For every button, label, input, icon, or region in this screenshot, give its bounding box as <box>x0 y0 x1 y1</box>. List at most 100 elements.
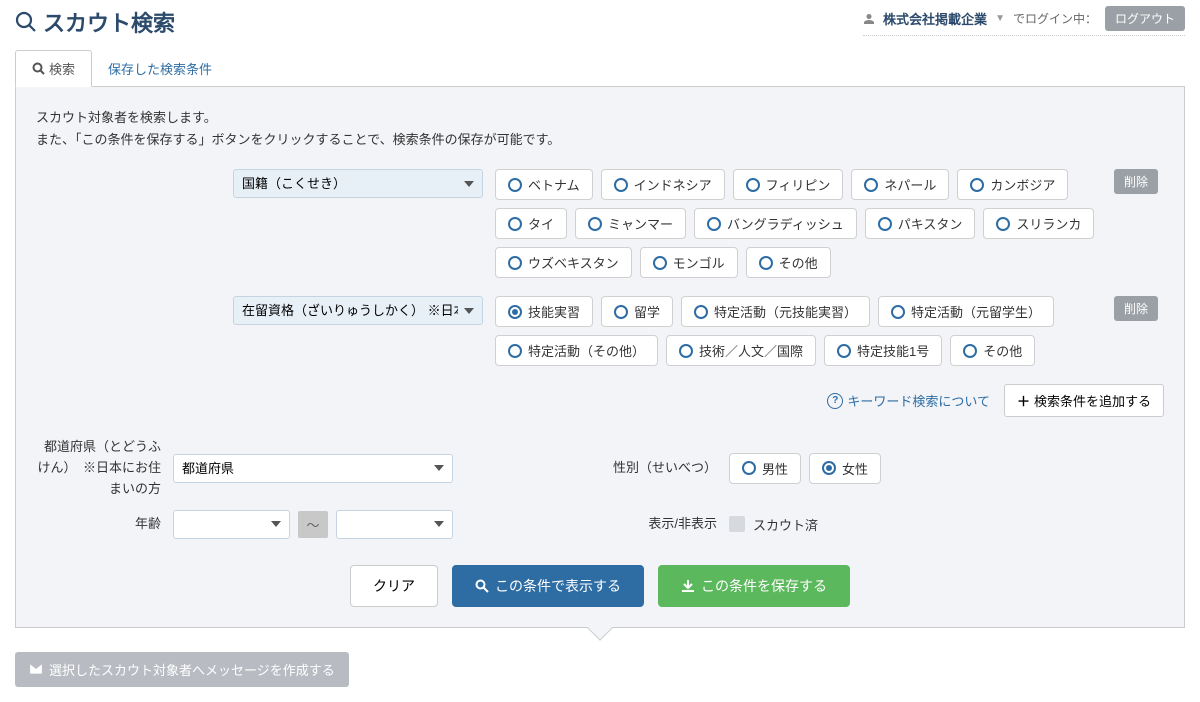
filter-option[interactable]: フィリピン <box>733 169 844 200</box>
filter-option[interactable]: 留学 <box>601 296 673 327</box>
age-to-select[interactable] <box>336 510 453 539</box>
radio-icon <box>742 461 756 475</box>
filter-row-status: 在留資格（ざいりゅうしかく） ※日本にお 技能実習 留学 特定活動（元技能実習） 特定… <box>36 296 1164 366</box>
filter-option[interactable]: ベトナム <box>495 169 593 200</box>
filter-option[interactable]: タイ <box>495 208 567 239</box>
filter-option-label: カンボジア <box>990 175 1055 194</box>
filter-option-label: フィリピン <box>766 175 831 194</box>
radio-icon <box>653 256 667 270</box>
filter-option[interactable]: カンボジア <box>957 169 1068 200</box>
filter-option-label: ネパール <box>884 175 936 194</box>
user-area: 株式会社掲載企業 ▼ でログイン中： ログアウト <box>863 6 1185 36</box>
filter-option[interactable]: 特定活動（その他） <box>495 335 658 366</box>
delete-filter-button[interactable]: 削除 <box>1114 296 1158 321</box>
radio-icon <box>837 344 851 358</box>
radio-icon <box>963 344 977 358</box>
filter-option-label: 特定活動（元技能実習） <box>714 302 857 321</box>
gender-female-option[interactable]: 女性 <box>809 453 881 484</box>
add-button-label: 検索条件を追加する <box>1034 391 1151 410</box>
keyword-help-link[interactable]: キーワード検索について <box>827 391 990 410</box>
search-button-label: この条件で表示する <box>495 576 621 596</box>
form-grid: 都道府県（とどうふけん） ※日本にお住まいの方 都道府県 性別（せいべつ） 男性… <box>36 437 1164 538</box>
filter-option-label: インドネシア <box>634 175 712 194</box>
scout-done-label: スカウト済 <box>753 515 818 534</box>
filter-option-label: 技術／人文／国際 <box>699 341 803 360</box>
add-condition-button[interactable]: ＋ 検索条件を追加する <box>1004 384 1164 417</box>
radio-icon <box>970 178 984 192</box>
gender-male-option[interactable]: 男性 <box>729 453 801 484</box>
radio-icon <box>864 178 878 192</box>
status-select[interactable]: 在留資格（ざいりゅうしかく） ※日本にお <box>233 296 483 325</box>
delete-filter-button[interactable]: 削除 <box>1114 169 1158 194</box>
search-icon <box>15 11 37 33</box>
panel-pointer <box>587 615 612 640</box>
filter-option[interactable]: 特定活動（元技能実習） <box>681 296 870 327</box>
filter-option-label: バングラディッシュ <box>727 214 844 233</box>
filter-option[interactable]: パキスタン <box>865 208 976 239</box>
radio-icon <box>759 256 773 270</box>
filter-option[interactable]: バングラディッシュ <box>694 208 857 239</box>
radio-icon <box>614 178 628 192</box>
desc-line1: スカウト対象者を検索します。 <box>36 107 1164 129</box>
save-button-label: この条件を保存する <box>701 576 827 596</box>
radio-icon <box>508 217 522 231</box>
login-status: でログイン中： <box>1013 10 1097 27</box>
desc-line2: また、「この条件を保存する」ボタンをクリックすることで、検索条件の保存が可能です… <box>36 129 1164 151</box>
filter-option[interactable]: その他 <box>950 335 1035 366</box>
prefecture-select[interactable]: 都道府県 <box>173 454 453 483</box>
scout-done-checkbox[interactable] <box>729 516 745 532</box>
chevron-down-icon[interactable]: ▼ <box>995 13 1005 24</box>
age-from-select[interactable] <box>173 510 290 539</box>
filter-option-label: パキスタン <box>898 214 963 233</box>
filter-option[interactable]: 技術／人文／国際 <box>666 335 816 366</box>
filter-option[interactable]: 技能実習 <box>495 296 593 327</box>
radio-icon <box>614 305 628 319</box>
download-icon <box>681 579 695 593</box>
tab-saved[interactable]: 保存した検索条件 <box>92 50 228 86</box>
filter-option[interactable]: 特定技能1号 <box>824 335 942 366</box>
filter-option[interactable]: スリランカ <box>983 208 1094 239</box>
filter-option-label: スリランカ <box>1016 214 1081 233</box>
search-button[interactable]: この条件で表示する <box>452 565 644 607</box>
filter-option-label: タイ <box>528 214 554 233</box>
filter-option[interactable]: 特定活動（元留学生） <box>878 296 1054 327</box>
radio-icon <box>822 461 836 475</box>
compose-message-button[interactable]: 選択したスカウト対象者へメッセージを作成する <box>15 652 349 687</box>
company-name[interactable]: 株式会社掲載企業 <box>883 9 987 28</box>
user-icon <box>863 13 875 25</box>
filter-option-label: 留学 <box>634 302 660 321</box>
compose-button-label: 選択したスカウト対象者へメッセージを作成する <box>49 660 335 679</box>
action-buttons: クリア この条件で表示する この条件を保存する <box>36 565 1164 607</box>
gender-female-label: 女性 <box>842 459 868 478</box>
filter-option-label: ミャンマー <box>608 214 673 233</box>
radio-icon <box>878 217 892 231</box>
filter-option[interactable]: モンゴル <box>640 247 738 278</box>
page-title: スカウト検索 <box>15 6 175 38</box>
age-label: 年齢 <box>36 514 161 535</box>
radio-icon <box>508 344 522 358</box>
filter-option[interactable]: その他 <box>746 247 831 278</box>
logout-button[interactable]: ログアウト <box>1105 6 1185 31</box>
radio-icon <box>694 305 708 319</box>
clear-button[interactable]: クリア <box>350 565 438 607</box>
radio-icon <box>679 344 693 358</box>
radio-icon <box>508 178 522 192</box>
filter-option[interactable]: ミャンマー <box>575 208 686 239</box>
save-button[interactable]: この条件を保存する <box>658 565 850 607</box>
filter-option[interactable]: ネパール <box>851 169 949 200</box>
radio-icon <box>996 217 1010 231</box>
range-separator: ～ <box>298 511 327 538</box>
tab-saved-label: 保存した検索条件 <box>108 59 212 78</box>
radio-icon <box>588 217 602 231</box>
filter-option-label: 技能実習 <box>528 302 580 321</box>
envelope-icon <box>29 662 43 676</box>
prefecture-label: 都道府県（とどうふけん） ※日本にお住まいの方 <box>36 437 161 499</box>
filter-option[interactable]: インドネシア <box>601 169 725 200</box>
tab-search-label: 検索 <box>49 59 75 78</box>
page-title-text: スカウト検索 <box>43 6 175 38</box>
show-hide-label: 表示/非表示 <box>517 514 717 535</box>
nationality-select[interactable]: 国籍（こくせき） <box>233 169 483 198</box>
radio-icon <box>508 256 522 270</box>
tab-search[interactable]: 検索 <box>15 50 92 87</box>
filter-option[interactable]: ウズベキスタン <box>495 247 632 278</box>
